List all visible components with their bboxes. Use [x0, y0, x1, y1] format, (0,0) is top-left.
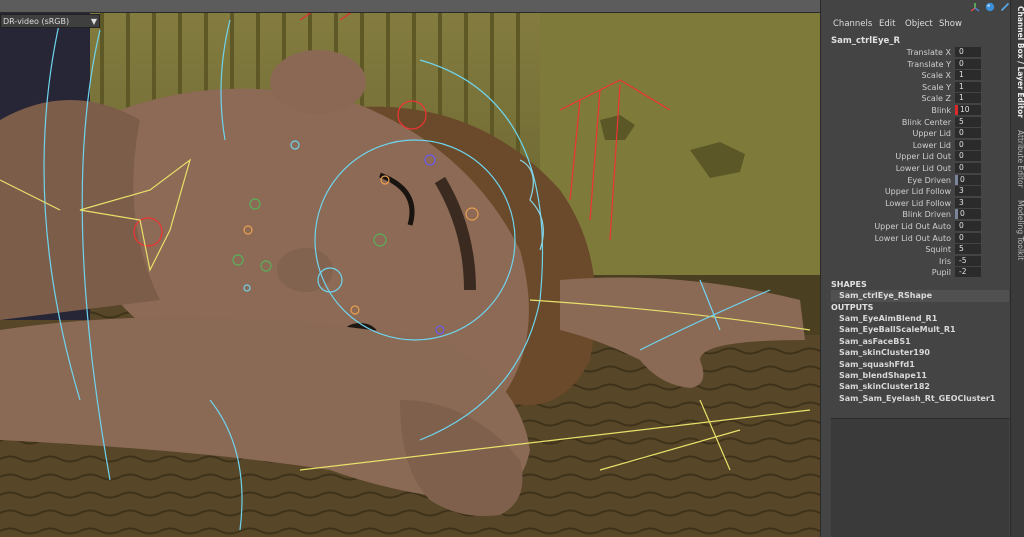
- attr-row-lower-lid-follow[interactable]: Lower Lid Follow 3: [821, 197, 1011, 210]
- attr-label: Scale X: [921, 71, 951, 81]
- attr-row-blink-driven[interactable]: Blink Driven 0: [821, 209, 1011, 221]
- shape-node-label: Sam_ctrlEye_RShape: [839, 291, 933, 300]
- attr-value-field[interactable]: 1: [955, 93, 981, 104]
- colorspace-label: DR-video (sRGB): [3, 17, 70, 26]
- attr-value-field[interactable]: 0: [955, 151, 981, 162]
- attr-value-field[interactable]: 10: [955, 105, 981, 115]
- attr-value-field[interactable]: 0: [955, 221, 981, 231]
- attr-row-scale-z[interactable]: Scale Z 1: [821, 93, 1011, 105]
- layer-editor-area[interactable]: [831, 418, 1009, 537]
- attr-label: Blink Center: [901, 117, 951, 127]
- attr-row-pupil[interactable]: Pupil -2: [821, 267, 1011, 279]
- attr-value-field[interactable]: 5: [955, 116, 981, 127]
- attr-label: Scale Y: [922, 82, 951, 92]
- attr-label: Blink: [931, 106, 951, 115]
- menu-show[interactable]: Show: [939, 16, 962, 32]
- ear: [270, 50, 366, 114]
- attr-value-field[interactable]: 0: [955, 128, 981, 139]
- shape-node-item[interactable]: Sam_ctrlEye_RShape: [831, 290, 1009, 302]
- output-node-item[interactable]: Sam_blendShape11: [839, 371, 927, 380]
- attr-row-lower-lid-out[interactable]: Lower Lid Out 0: [821, 163, 1011, 175]
- attr-value-field[interactable]: 3: [955, 197, 981, 208]
- attr-label: Iris: [938, 256, 951, 266]
- attr-row-upper-lid-follow[interactable]: Upper Lid Follow 3: [821, 186, 1011, 198]
- attr-value-field[interactable]: -2: [955, 267, 981, 278]
- tab-attribute-editor[interactable]: Attribute Editor: [1011, 130, 1024, 188]
- attr-value-field[interactable]: 5: [955, 244, 981, 255]
- channel-box-menubar: Channels Edit Object Show: [821, 16, 1011, 32]
- attr-value-field[interactable]: 0: [955, 174, 981, 185]
- shapes-header: SHAPES: [831, 280, 867, 289]
- attr-value-field[interactable]: 1: [955, 81, 981, 92]
- attr-row-lower-lid[interactable]: Lower Lid 0: [821, 139, 1011, 152]
- selected-node-name[interactable]: Sam_ctrlEye_R: [831, 36, 900, 46]
- attr-label: Blink Driven: [902, 210, 951, 220]
- attr-row-translate-y[interactable]: Translate Y 0: [821, 58, 1011, 71]
- sphere-icon[interactable]: [985, 2, 995, 12]
- attr-label: Squint: [925, 245, 951, 255]
- output-node-item[interactable]: Sam_Sam_Eyelash_Rt_GEOCluster1: [839, 394, 995, 403]
- attr-row-translate-x[interactable]: Translate X 0: [821, 47, 1011, 59]
- attr-value-field[interactable]: 3: [955, 186, 981, 197]
- attr-value-field[interactable]: 0: [955, 139, 981, 150]
- tab-modeling-toolkit[interactable]: Modeling Toolkit: [1011, 200, 1024, 260]
- attr-row-iris[interactable]: Iris -5: [821, 255, 1011, 268]
- attr-value-field[interactable]: 0: [955, 209, 981, 220]
- attr-label: Pupil: [931, 268, 951, 278]
- menu-edit[interactable]: Edit: [879, 16, 895, 32]
- attr-label: Translate X: [906, 48, 951, 57]
- maya-window: DR-video (sRGB) ▼ Channels Edit Object S…: [0, 0, 1024, 537]
- attr-row-upper-lid-out[interactable]: Upper Lid Out 0: [821, 151, 1011, 163]
- menu-channels[interactable]: Channels: [833, 16, 872, 32]
- attr-row-blink[interactable]: Blink 10: [821, 105, 1011, 117]
- tab-channel-box-layer-editor[interactable]: Channel Box / Layer Editor: [1011, 6, 1024, 118]
- output-node-item[interactable]: Sam_skinCluster190: [839, 348, 930, 357]
- attr-row-lower-lid-out-auto[interactable]: Lower Lid Out Auto 0: [821, 232, 1011, 245]
- attr-row-upper-lid-out-auto[interactable]: Upper Lid Out Auto 0: [821, 221, 1011, 233]
- side-tab-strip: Channel Box / Layer Editor Attribute Edi…: [1010, 0, 1024, 537]
- attr-value-field[interactable]: 0: [955, 232, 981, 243]
- viewport-toolbar[interactable]: [0, 0, 820, 13]
- attr-value-field[interactable]: 1: [955, 70, 981, 81]
- attr-value-field[interactable]: 0: [955, 47, 981, 57]
- attr-row-eye-driven[interactable]: Eye Driven 0: [821, 174, 1011, 187]
- attr-label: Translate Y: [907, 59, 951, 69]
- attr-label: Upper Lid Out Auto: [874, 222, 951, 231]
- attr-value-field[interactable]: 0: [955, 163, 981, 173]
- attr-label: Lower Lid: [912, 140, 951, 150]
- output-node-item[interactable]: Sam_EyeAimBlend_R1: [839, 314, 937, 323]
- attr-row-blink-center[interactable]: Blink Center 5: [821, 116, 1011, 129]
- attr-row-scale-y[interactable]: Scale Y 1: [821, 81, 1011, 94]
- outputs-header: OUTPUTS: [831, 303, 874, 312]
- attr-row-upper-lid[interactable]: Upper Lid 0: [821, 128, 1011, 140]
- attr-value-field[interactable]: 0: [955, 58, 981, 69]
- attr-row-scale-x[interactable]: Scale X 1: [821, 70, 1011, 82]
- 3d-viewport[interactable]: DR-video (sRGB) ▼: [0, 0, 820, 537]
- attr-label: Lower Lid Out: [895, 164, 951, 173]
- menu-object[interactable]: Object: [905, 16, 933, 32]
- attr-label: Scale Z: [921, 94, 951, 104]
- axis-tripod-icon[interactable]: [970, 2, 980, 12]
- chevron-down-icon: ▼: [90, 17, 97, 26]
- output-node-item[interactable]: Sam_squashFfd1: [839, 360, 915, 369]
- attr-label: Eye Driven: [907, 175, 951, 185]
- attr-value-field[interactable]: -5: [955, 255, 981, 266]
- attr-row-squint[interactable]: Squint 5: [821, 244, 1011, 256]
- colorspace-dropdown[interactable]: DR-video (sRGB) ▼: [0, 14, 100, 28]
- channel-box-panel: Channels Edit Object Show Sam_ctrlEye_R …: [820, 0, 1010, 537]
- edit-pencil-icon[interactable]: [1000, 2, 1010, 12]
- attr-label: Upper Lid Follow: [884, 187, 951, 197]
- attr-label: Upper Lid Out: [895, 152, 951, 162]
- attr-label: Lower Lid Out Auto: [874, 233, 951, 243]
- attr-label: Upper Lid: [912, 129, 951, 139]
- nose: [277, 248, 333, 292]
- output-node-item[interactable]: Sam_asFaceBS1: [839, 337, 911, 346]
- scene-render[interactable]: [0, 0, 820, 537]
- output-node-item[interactable]: Sam_EyeBallScaleMult_R1: [839, 325, 956, 334]
- attr-label: Lower Lid Follow: [885, 198, 951, 208]
- output-node-item[interactable]: Sam_skinCluster182: [839, 382, 930, 391]
